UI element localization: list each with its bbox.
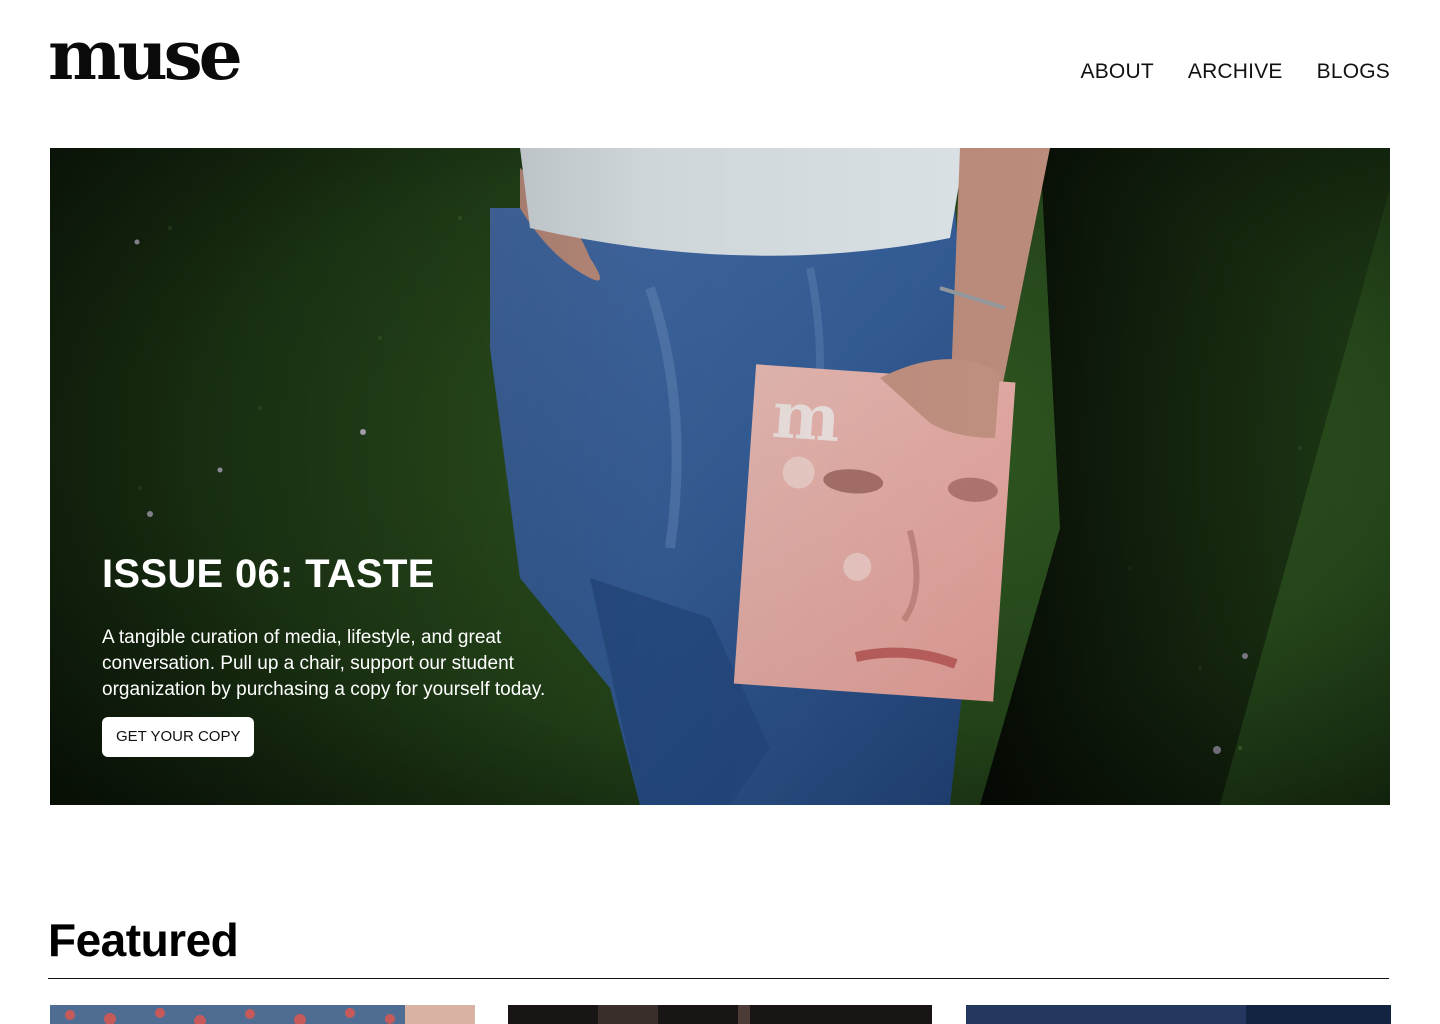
page: muse ABOUT ARCHIVE BLOGS ISSUE 06: TASTE… bbox=[0, 0, 1440, 1024]
featured-card-2[interactable] bbox=[508, 1005, 932, 1024]
site-logo[interactable]: muse bbox=[48, 22, 243, 90]
featured-card-1[interactable] bbox=[50, 1005, 475, 1024]
hero-description: A tangible curation of media, lifestyle,… bbox=[102, 627, 546, 700]
main-nav: ABOUT ARCHIVE BLOGS bbox=[1081, 58, 1390, 86]
featured-card-3[interactable] bbox=[966, 1005, 1391, 1024]
featured-heading: Featured bbox=[48, 914, 239, 966]
featured-divider bbox=[48, 978, 1389, 979]
nav-blogs-link[interactable]: BLOGS bbox=[1317, 58, 1390, 86]
floral-photo-icon bbox=[50, 1005, 475, 1024]
hero-banner: m ISSUE 06: TASTE A tangible curation of… bbox=[50, 148, 1390, 805]
get-your-copy-button[interactable]: GET YOUR COPY bbox=[102, 717, 255, 757]
hero-photo: m bbox=[50, 148, 1390, 805]
nav-about-link[interactable]: ABOUT bbox=[1081, 58, 1154, 86]
dark-interior-photo-icon bbox=[508, 1005, 932, 1024]
hero-title: ISSUE 06: TASTE bbox=[102, 552, 435, 596]
blue-water-photo-icon bbox=[966, 1005, 1391, 1024]
nav-archive-link[interactable]: ARCHIVE bbox=[1188, 58, 1283, 86]
